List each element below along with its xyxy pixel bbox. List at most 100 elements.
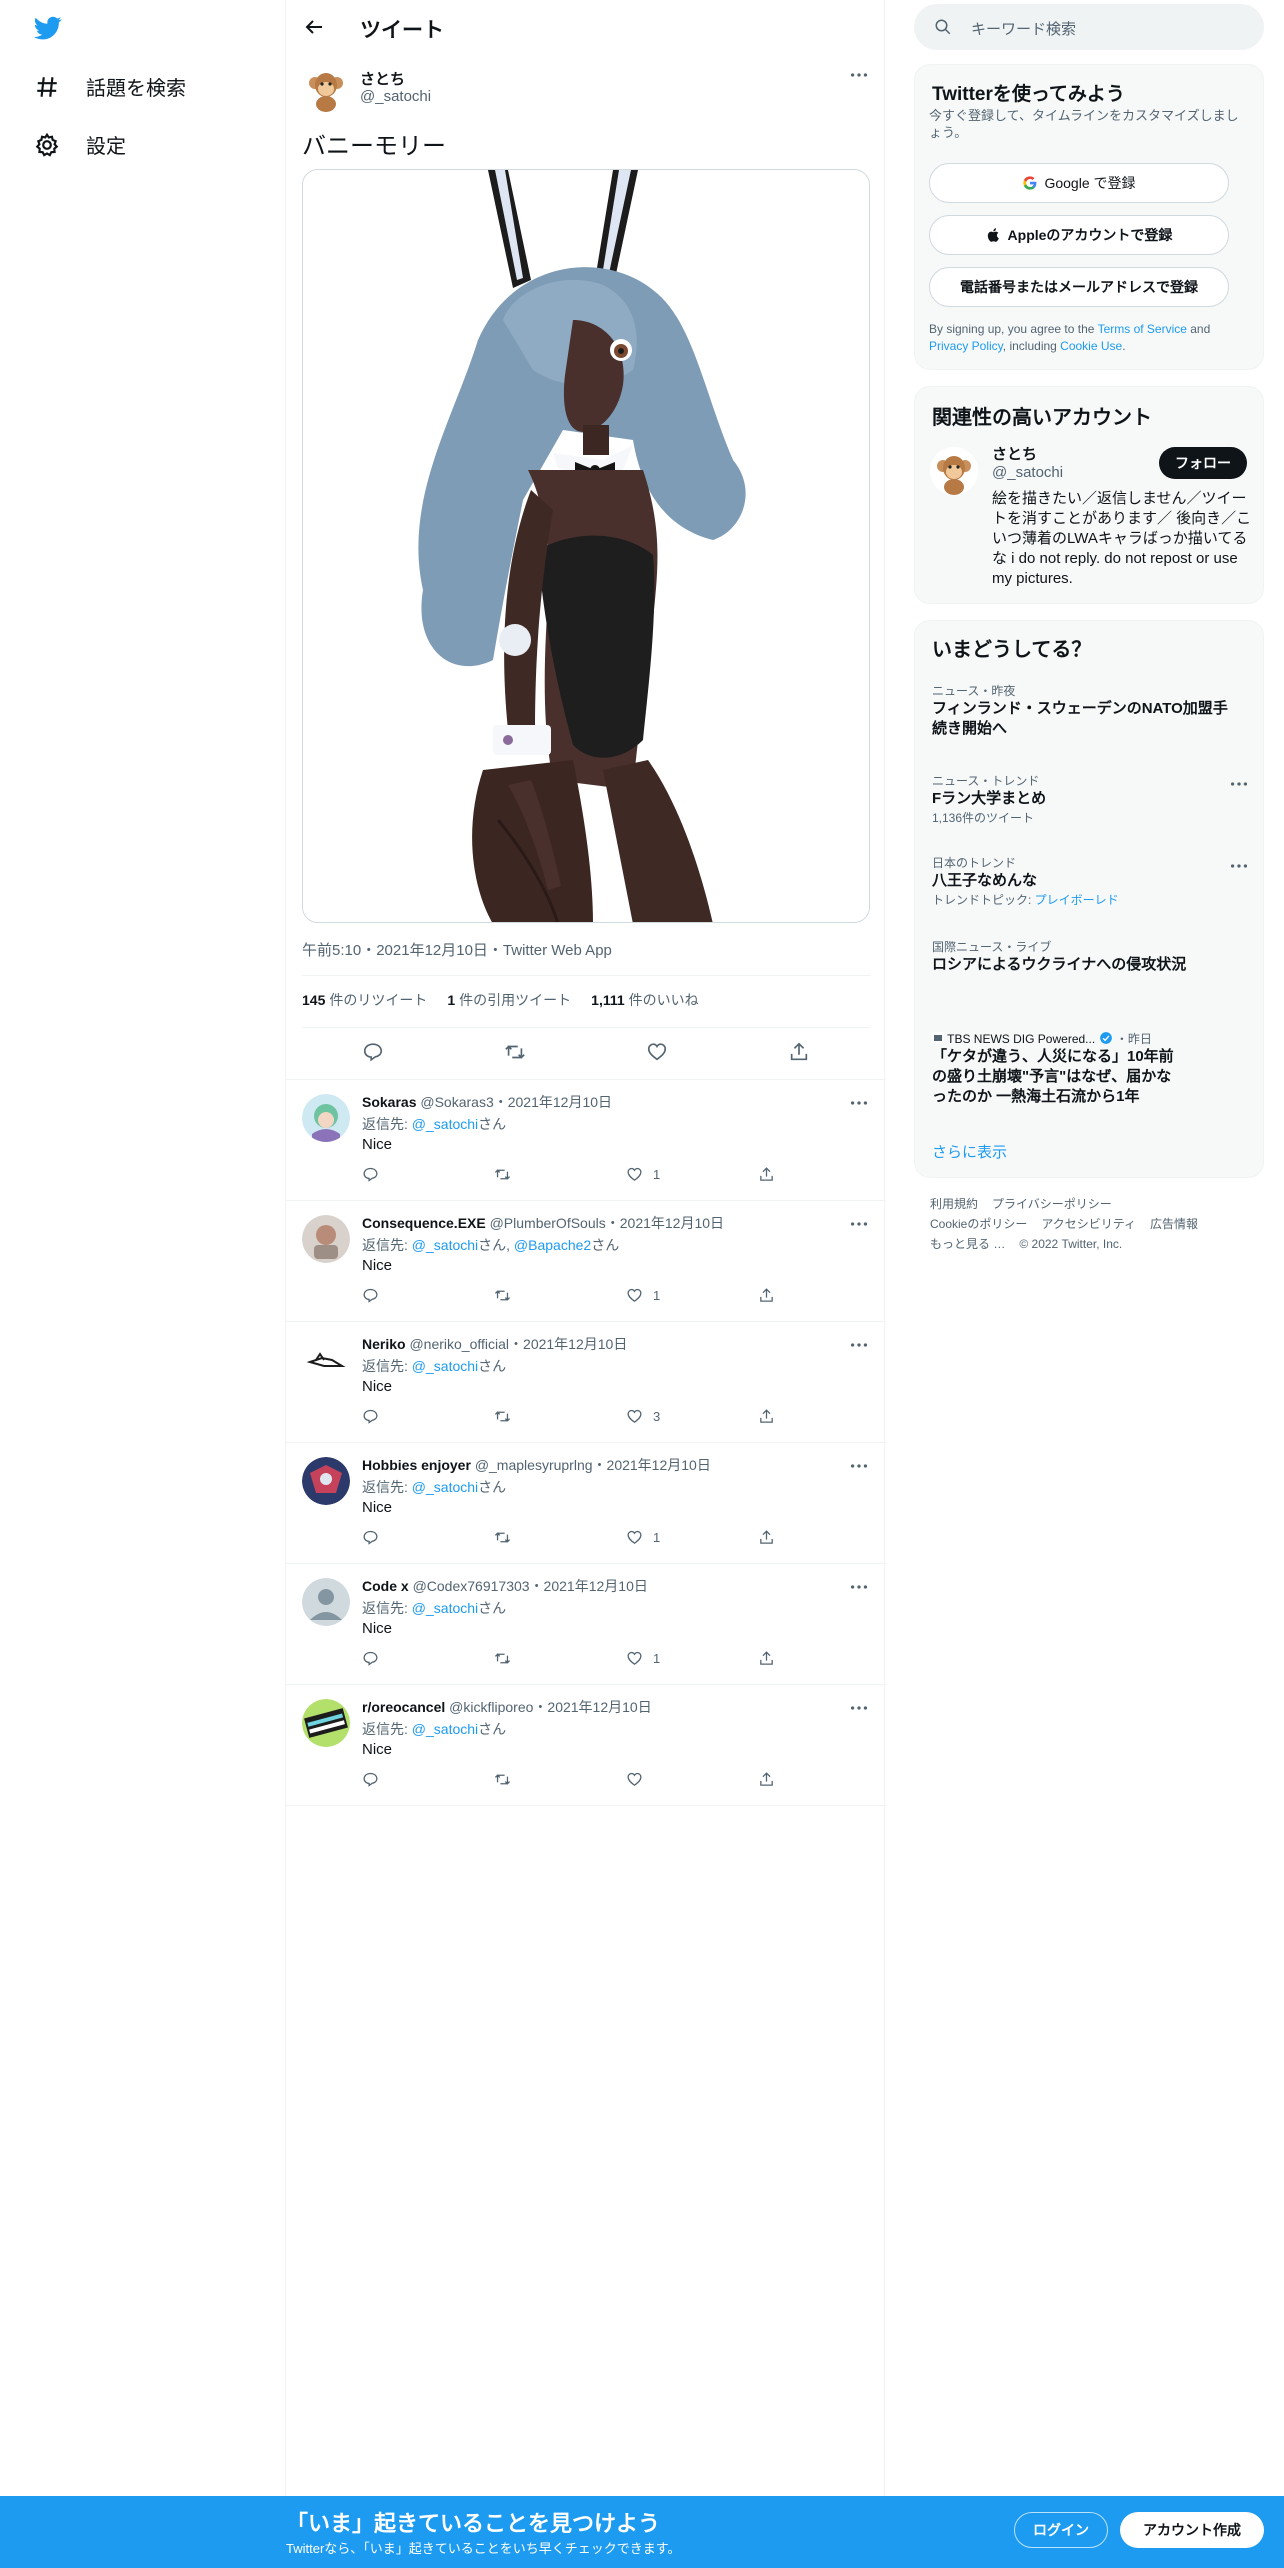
retweet-icon[interactable] [504,1041,526,1063]
like-button[interactable]: 1 [626,1166,660,1183]
reply-tweet[interactable]: Neriko @neriko_official・2021年12月10日 返信先: … [286,1322,886,1443]
reply-author-handle[interactable]: @Codex76917303 [413,1578,530,1594]
reply-author-name[interactable]: Hobbies enjoyer [362,1457,471,1473]
back-arrow-icon[interactable] [302,15,326,39]
reply-author-handle[interactable]: @neriko_official [409,1336,509,1352]
footer-link[interactable]: 利用規約 [930,1197,978,1211]
twitter-bird-icon[interactable] [32,14,64,42]
tweet-timestamp[interactable]: 午前5:10・2021年12月10日・Twitter Web App [302,939,612,960]
related-name[interactable]: さとち [992,443,1037,464]
tweet-image[interactable] [302,169,870,923]
share-button[interactable] [758,1529,775,1546]
reply-date[interactable]: ・2021年12月10日 [494,1094,612,1110]
like-button[interactable]: 3 [626,1408,660,1425]
retweet-button[interactable] [494,1408,511,1425]
trend-topic-link[interactable]: プレイボーレド [1035,893,1119,907]
apple-signup-button[interactable]: Appleのアカウントで登録 [929,215,1229,255]
reply-tweet[interactable]: r/oreocancel @kickfliporeo・2021年12月10日 返信… [286,1685,886,1806]
reply-avatar[interactable] [302,1457,350,1505]
reply-date[interactable]: ・2021年12月10日 [606,1215,724,1231]
reply-button[interactable] [362,1166,379,1183]
phone-email-signup-button[interactable]: 電話番号またはメールアドレスで登録 [929,267,1229,307]
reply-button[interactable] [362,1408,379,1425]
reply-date[interactable]: ・2021年12月10日 [533,1699,651,1715]
footer-link[interactable]: Cookieのポリシー [930,1217,1027,1231]
share-icon[interactable] [788,1041,810,1063]
related-avatar[interactable] [930,447,978,495]
trend-item[interactable]: TBS NEWS DIG Powered... ・昨日 「ケタが違う、人災になる… [932,1031,1242,1107]
footer-link[interactable]: 広告情報 [1150,1217,1198,1231]
trend-item[interactable]: 日本のトレンド 八王子なめんな トレンドトピック: プレイボーレド [932,855,1248,909]
more-options-icon[interactable] [848,1455,870,1477]
google-signup-button[interactable]: Google で登録 [929,163,1229,203]
reply-author-name[interactable]: Code x [362,1578,409,1594]
share-button[interactable] [758,1287,775,1304]
trend-item[interactable]: ニュース・トレンド Fラン大学まとめ 1,136件のツイート [932,773,1248,827]
more-options-icon[interactable] [848,1576,870,1598]
reply-tweet[interactable]: Sokaras @Sokaras3・2021年12月10日 返信先: @_sato… [286,1080,886,1201]
like-icon[interactable] [646,1041,668,1063]
reply-button[interactable] [362,1771,379,1788]
like-button[interactable]: 1 [626,1529,660,1546]
reply-author-handle[interactable]: @_maplesyruprlng [475,1457,593,1473]
retweet-button[interactable] [494,1287,511,1304]
retweet-button[interactable] [494,1650,511,1667]
reply-date[interactable]: ・2021年12月10日 [530,1578,648,1594]
search-input[interactable]: キーワード検索 [971,18,1076,39]
mention-link[interactable]: @_satochi [412,1600,478,1616]
footer-link[interactable]: プライバシーポリシー [992,1197,1112,1211]
retweets-stat[interactable]: 145 件のリツイート [302,990,427,1010]
author-avatar[interactable] [302,64,350,112]
footer-link[interactable]: もっと見る … [930,1237,1005,1251]
mention-link[interactable]: @_satochi [412,1237,478,1253]
cookie-link[interactable]: Cookie Use [1060,339,1122,353]
reply-date[interactable]: ・2021年12月10日 [509,1336,627,1352]
reply-author-handle[interactable]: @kickfliporeo [449,1699,533,1715]
search-bar[interactable]: キーワード検索 [914,4,1264,50]
reply-avatar[interactable] [302,1699,350,1747]
mention-link[interactable]: @_satochi [412,1721,478,1737]
mention-link[interactable]: @_satochi [412,1116,478,1132]
reply-avatar[interactable] [302,1336,350,1384]
create-account-button[interactable]: アカウント作成 [1120,2512,1264,2548]
reply-author-name[interactable]: r/oreocancel [362,1699,445,1715]
reply-author-handle[interactable]: @Sokaras3 [420,1094,493,1110]
reply-tweet[interactable]: Hobbies enjoyer @_maplesyruprlng・2021年12… [286,1443,886,1564]
trend-item[interactable]: ニュース・昨夜 フィンランド・スウェーデンのNATO加盟手続き開始へ [932,683,1242,739]
mention-link[interactable]: @Bapache2 [514,1237,591,1253]
share-button[interactable] [758,1408,775,1425]
quotes-stat[interactable]: 1 件の引用ツイート [447,990,571,1010]
likes-stat[interactable]: 1,111 件のいいね [591,990,699,1010]
reply-date[interactable]: ・2021年12月10日 [593,1457,711,1473]
like-button[interactable]: 1 [626,1650,660,1667]
reply-tweet[interactable]: Consequence.EXE @PlumberOfSouls・2021年12月… [286,1201,886,1322]
related-handle[interactable]: @_satochi [992,464,1063,481]
privacy-link[interactable]: Privacy Policy [929,339,1003,353]
more-options-icon[interactable] [848,1697,870,1719]
more-options-icon[interactable] [848,64,870,86]
retweet-button[interactable] [494,1529,511,1546]
trend-item[interactable]: 国際ニュース・ライブ ロシアによるウクライナへの侵攻状況 [932,939,1242,975]
nav-explore[interactable]: 話題を検索 [34,72,186,101]
reply-author-name[interactable]: Neriko [362,1336,406,1352]
reply-button[interactable] [362,1287,379,1304]
follow-button[interactable]: フォロー [1159,447,1247,479]
show-more-link[interactable]: さらに表示 [932,1141,1007,1162]
retweet-button[interactable] [494,1166,511,1183]
reply-author-name[interactable]: Sokaras [362,1094,416,1110]
reply-author-handle[interactable]: @PlumberOfSouls [490,1215,606,1231]
share-button[interactable] [758,1650,775,1667]
more-options-icon[interactable] [1228,773,1250,795]
more-options-icon[interactable] [848,1092,870,1114]
retweet-button[interactable] [494,1771,511,1788]
reply-tweet[interactable]: Code x @Codex76917303・2021年12月10日 返信先: @_… [286,1564,886,1685]
like-button[interactable]: 1 [626,1287,660,1304]
more-options-icon[interactable] [848,1213,870,1235]
share-button[interactable] [758,1166,775,1183]
like-button[interactable] [626,1771,653,1788]
reply-avatar[interactable] [302,1094,350,1142]
mention-link[interactable]: @_satochi [412,1358,478,1374]
share-button[interactable] [758,1771,775,1788]
more-options-icon[interactable] [1228,855,1250,877]
terms-link[interactable]: Terms of Service [1098,322,1187,336]
